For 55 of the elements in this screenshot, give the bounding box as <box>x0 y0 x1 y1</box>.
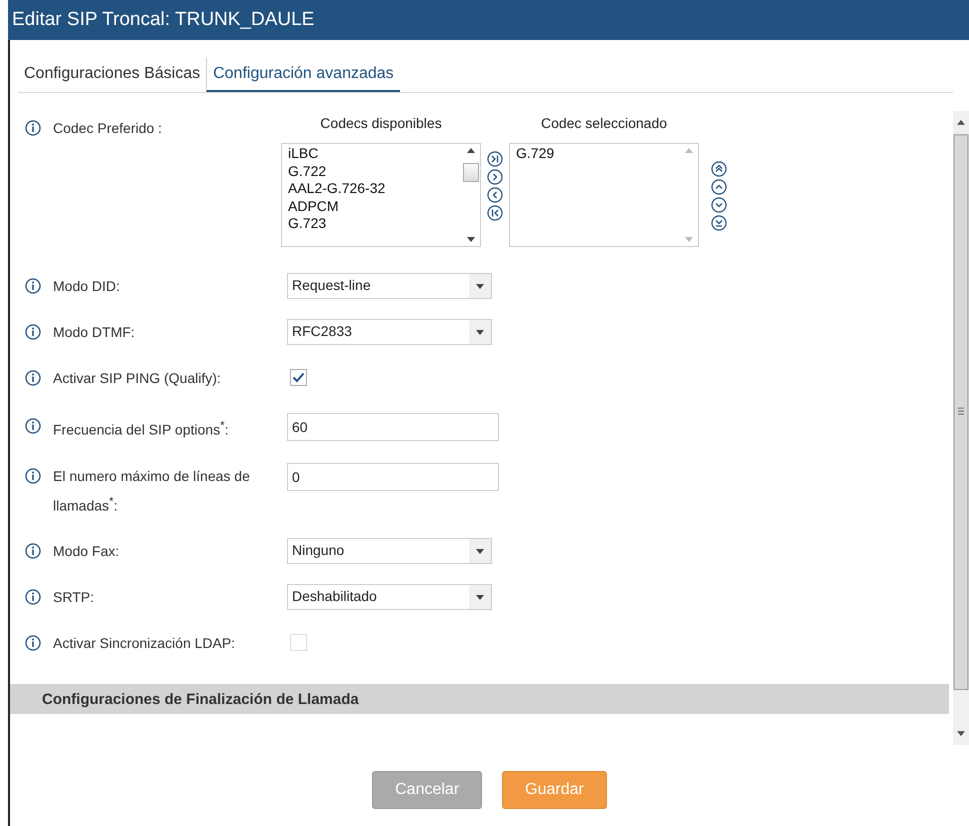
dropdown[interactable]: Request-line <box>287 273 492 299</box>
list-item[interactable]: AAL2-G.726-32 <box>288 180 456 198</box>
move-left-icon[interactable] <box>487 187 503 203</box>
info-icon[interactable] <box>25 589 41 606</box>
field-label: Activar Sincronización LDAP: <box>53 634 236 654</box>
move-all-right-icon[interactable] <box>487 151 503 167</box>
field-label: Codec Preferido : <box>53 119 163 138</box>
info-icon[interactable] <box>25 635 41 652</box>
input-field[interactable]: 60 <box>287 413 499 441</box>
checkbox[interactable] <box>290 369 307 386</box>
section-header: Configuraciones de Finalización de Llamada <box>10 684 949 714</box>
field-label: El numero máximo de líneas de llamadas$^{*}$: <box>53 466 251 516</box>
column-title: Codecs disponibles <box>320 115 442 131</box>
scrollbar[interactable] <box>953 111 969 745</box>
selected-codecs-list[interactable]: G.729 <box>509 143 699 247</box>
caret-icon[interactable] <box>476 594 484 600</box>
field-label: SRTP: <box>53 588 95 608</box>
caret-icon[interactable] <box>476 330 484 334</box>
move-top-icon[interactable] <box>711 161 727 177</box>
input-field[interactable]: 0 <box>287 462 499 491</box>
field-label: Activar SIP PING (Qualify): <box>53 369 222 388</box>
tab[interactable]: Configuración avanzadas <box>206 58 400 92</box>
list-item[interactable]: iLBC <box>288 145 456 162</box>
list-item[interactable]: G.729 <box>516 145 674 162</box>
list-item[interactable]: G.722 <box>288 162 456 180</box>
info-icon[interactable] <box>25 324 41 340</box>
available-codecs-list[interactable]: iLBC G.722 AAL2-G.726-32 ADPCM G.723 <box>281 143 481 247</box>
field-label: Modo Fax: <box>53 542 120 562</box>
list-item[interactable]: G.723 <box>288 215 456 232</box>
move-all-left-icon[interactable] <box>487 205 503 221</box>
scroll-thumb[interactable] <box>463 162 479 182</box>
move-up-icon[interactable] <box>711 179 727 195</box>
caret-icon[interactable] <box>476 284 484 288</box>
field-label: Modo DID: <box>53 277 121 296</box>
info-icon[interactable] <box>25 418 41 434</box>
info-icon[interactable] <box>25 543 41 560</box>
window-title: Editar SIP Troncal: TRUNK_DAULE <box>8 0 969 40</box>
scroll-down-icon[interactable] <box>467 237 475 242</box>
info-icon[interactable] <box>25 120 41 136</box>
tab[interactable]: Configuraciones Básicas <box>18 58 206 92</box>
info-icon[interactable] <box>25 370 41 386</box>
dropdown[interactable]: RFC2833 <box>287 319 492 345</box>
info-icon[interactable] <box>25 468 41 484</box>
scroll-up-icon[interactable] <box>467 148 475 153</box>
move-right-icon[interactable] <box>487 169 503 185</box>
column-title: Codec seleccionado <box>540 115 668 131</box>
dropdown[interactable]: Deshabilitado <box>287 584 492 610</box>
info-icon[interactable] <box>25 278 41 294</box>
field-label: Frecuencia del SIP options$^{*}$: <box>53 418 230 440</box>
dropdown[interactable]: Ninguno <box>287 538 492 564</box>
list-item[interactable]: ADPCM <box>288 198 456 215</box>
move-down-icon[interactable] <box>711 197 727 213</box>
move-bottom-icon[interactable] <box>711 215 727 231</box>
caret-icon[interactable] <box>476 548 484 554</box>
field-label: Modo DTMF: <box>53 323 136 342</box>
